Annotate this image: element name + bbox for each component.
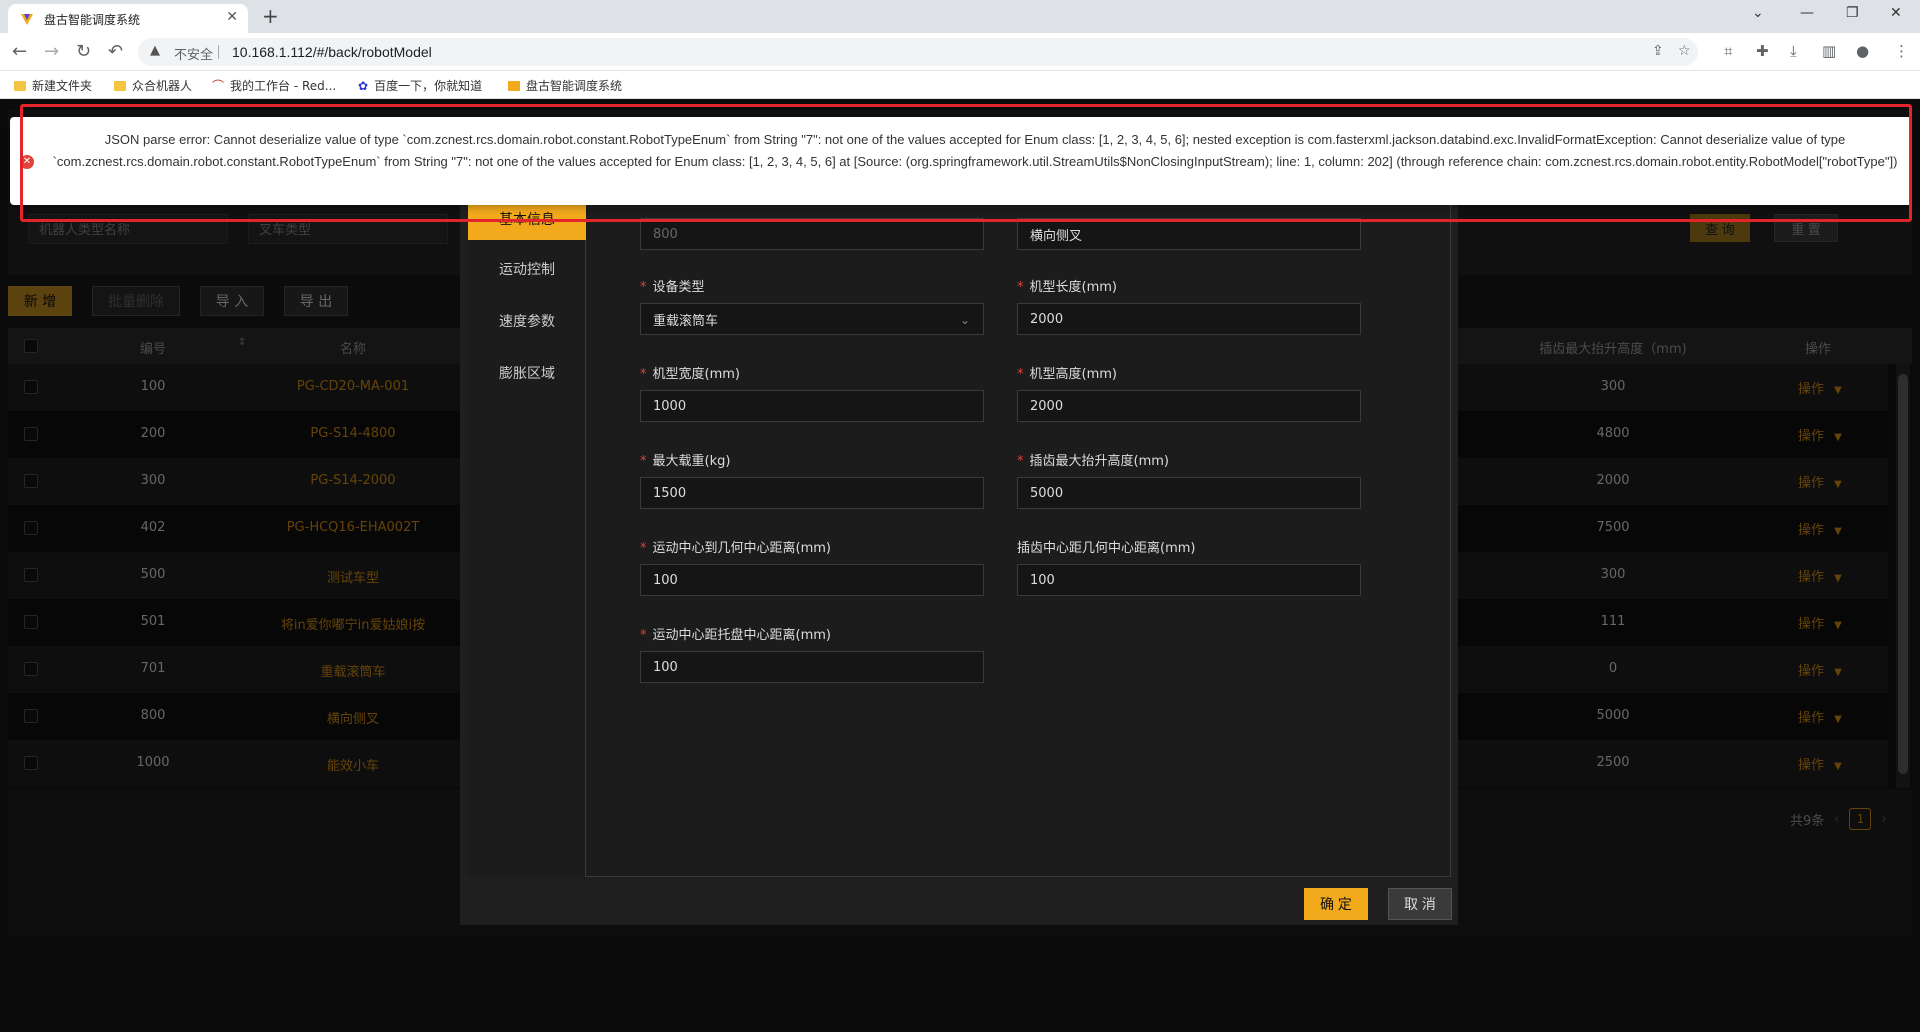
tab-title: 盘古智能调度系统 <box>44 13 141 27</box>
divider <box>218 45 219 59</box>
lift-height-label: * 插齿最大抬升高度(mm) <box>1017 454 1169 469</box>
browser-tab[interactable]: 盘古智能调度系统 ✕ <box>8 4 248 33</box>
bookmark-item[interactable]: ⌒ 我的工作台 - Red... <box>212 77 336 94</box>
bookmark-label: 众合机器人 <box>132 79 193 93</box>
browser-tabbar: 盘古智能调度系统 ✕ + ⌄ — ❐ ✕ <box>0 0 1920 33</box>
cancel-button[interactable]: 取 消 <box>1388 888 1452 920</box>
tab-search-icon[interactable]: ⌄ <box>1752 5 1764 21</box>
sidepanel-icon[interactable]: ▥ <box>1822 42 1836 60</box>
bookmark-star-icon[interactable]: ☆ <box>1678 43 1691 59</box>
insecure-label[interactable]: 不安全 <box>174 44 213 63</box>
motion-tray-input[interactable] <box>640 651 984 683</box>
max-load-input[interactable] <box>640 477 984 509</box>
baidu-icon: ✿ <box>358 78 369 93</box>
bookmark-label: 百度一下，你就知道 <box>374 79 483 93</box>
back-icon[interactable]: ← <box>12 41 27 62</box>
new-tab-button[interactable]: + <box>262 4 279 28</box>
crop-icon[interactable]: ⌗ <box>1724 42 1732 60</box>
length-label: * 机型长度(mm) <box>1017 280 1117 295</box>
device-type-label: * 设备类型 <box>640 280 705 295</box>
forward-icon[interactable]: → <box>44 41 59 62</box>
modal-nav: 基本信息 运动控制 速度参数 膨胀区域 <box>468 180 586 877</box>
fork-geo-input[interactable] <box>1017 564 1361 596</box>
minimize-icon[interactable]: — <box>1800 5 1814 21</box>
fork-geo-label: 插齿中心距几何中心距离(mm) <box>1017 541 1196 556</box>
reload-icon[interactable]: ↻ <box>76 41 91 62</box>
address-bar[interactable]: ▲ 不安全 10.168.1.112/#/back/robotModel ⇪ ☆ <box>138 38 1698 66</box>
bookmark-item[interactable]: 众合机器人 <box>114 77 192 94</box>
window-close-icon[interactable]: ✕ <box>1890 5 1902 21</box>
bookmarks-bar: 新建文件夹 众合机器人 ⌒ 我的工作台 - Red... ✿ 百度一下，你就知道 盘… <box>0 71 1920 99</box>
download-icon[interactable]: ⤓ <box>1790 42 1797 60</box>
motion-tray-label: * 运动中心距托盘中心距离(mm) <box>640 628 831 643</box>
motion-geo-label: * 运动中心到几何中心距离(mm) <box>640 541 831 556</box>
bookmark-item[interactable]: 盘古智能调度系统 <box>508 77 622 94</box>
folder-icon <box>14 80 26 91</box>
max-load-label: * 最大载重(kg) <box>640 454 731 469</box>
device-type-select[interactable] <box>640 303 984 335</box>
confirm-button[interactable]: 确 定 <box>1304 888 1368 920</box>
browser-toolbar: ← → ↻ ↶ ▲ 不安全 10.168.1.112/#/back/robotM… <box>0 33 1920 71</box>
app-icon <box>508 80 520 91</box>
menu-icon[interactable]: ⋮ <box>1894 42 1909 60</box>
extensions-icon[interactable]: ✚ <box>1756 42 1769 60</box>
model-name-input[interactable] <box>1017 218 1361 250</box>
chevron-down-icon[interactable]: ⌄ <box>960 313 970 327</box>
url-text[interactable]: 10.168.1.112/#/back/robotModel <box>232 44 432 60</box>
folder-icon <box>114 80 126 91</box>
tab-motion-control[interactable]: 运动控制 <box>468 250 586 290</box>
width-input[interactable] <box>640 390 984 422</box>
motion-geo-input[interactable] <box>640 564 984 596</box>
modal-body <box>468 180 1451 877</box>
highlight-annotation <box>20 104 1912 222</box>
restore-icon[interactable]: ❐ <box>1846 5 1859 21</box>
width-label: * 机型宽度(mm) <box>640 367 740 382</box>
code-input <box>640 218 984 250</box>
length-input[interactable] <box>1017 303 1361 335</box>
bookmark-label: 新建文件夹 <box>32 79 93 93</box>
app-logo-icon <box>21 14 33 25</box>
height-input[interactable] <box>1017 390 1361 422</box>
bookmark-item[interactable]: ✿ 百度一下，你就知道 <box>358 77 482 94</box>
lift-height-input[interactable] <box>1017 477 1361 509</box>
tab-inflation-area[interactable]: 膨胀区域 <box>468 354 586 394</box>
tab-speed-params[interactable]: 速度参数 <box>468 302 586 342</box>
bookmark-label: 我的工作台 - Red... <box>230 79 337 93</box>
redmine-icon: ⌒ <box>212 79 225 93</box>
close-icon[interactable]: ✕ <box>226 9 238 25</box>
share-icon[interactable]: ⇪ <box>1652 43 1664 59</box>
warning-icon[interactable]: ▲ <box>150 43 160 58</box>
bookmark-label: 盘古智能调度系统 <box>526 79 623 93</box>
profile-icon[interactable]: ● <box>1856 42 1869 60</box>
height-label: * 机型高度(mm) <box>1017 367 1117 382</box>
bookmark-item[interactable]: 新建文件夹 <box>14 77 92 94</box>
undo-icon[interactable]: ↶ <box>108 41 123 62</box>
